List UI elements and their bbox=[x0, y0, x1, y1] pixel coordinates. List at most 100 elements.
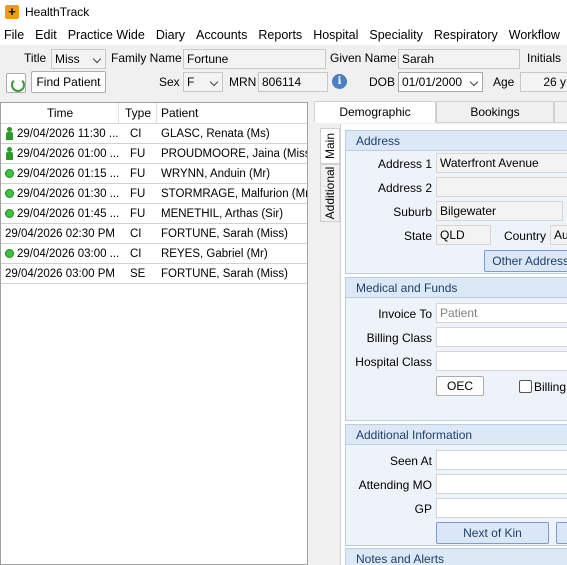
menu-diary[interactable]: Diary bbox=[152, 28, 189, 42]
appointment-time-cell: 29/04/2026 01:45 ... bbox=[1, 208, 119, 220]
menu-bar: File Edit Practice Wide Diary Accounts R… bbox=[0, 24, 567, 45]
column-time[interactable]: Time bbox=[1, 103, 119, 123]
appointment-type: SE bbox=[130, 267, 146, 280]
additional-info-section: Additional Information Seen At Attending… bbox=[345, 424, 567, 546]
state-field[interactable]: QLD bbox=[436, 225, 491, 245]
billing-checkbox[interactable] bbox=[519, 380, 532, 393]
tab-demographic[interactable]: Demographic bbox=[314, 101, 436, 123]
side-tabs: Main Additional bbox=[320, 124, 340, 565]
title-select[interactable]: Miss bbox=[51, 49, 106, 69]
invoice-to-field[interactable]: Patient bbox=[436, 303, 567, 323]
menu-hospital[interactable]: Hospital bbox=[309, 28, 362, 42]
appointment-patient: STORMRAGE, Malfurion (Mr) bbox=[161, 187, 307, 200]
appointment-type: FU bbox=[130, 207, 146, 220]
status-dot-icon bbox=[5, 169, 14, 178]
menu-accounts[interactable]: Accounts bbox=[192, 28, 251, 42]
detail-tabs: Demographic Bookings bbox=[314, 101, 567, 123]
oec-button[interactable]: OEC bbox=[436, 376, 484, 396]
appointment-row[interactable]: 29/04/2026 11:30 ... CI GLASC, Renata (Ms) bbox=[1, 124, 307, 144]
appointment-time: 29/04/2026 03:00 PM bbox=[5, 267, 115, 280]
hospital-class-field[interactable] bbox=[436, 351, 567, 371]
menu-file[interactable]: File bbox=[0, 28, 28, 42]
find-patient-button[interactable]: Find Patient bbox=[31, 71, 106, 93]
country-label: Country bbox=[503, 229, 546, 243]
menu-practice-wide[interactable]: Practice Wide bbox=[64, 28, 149, 42]
demographic-content: Address Address 1 Waterfront Avenue Addr… bbox=[340, 124, 567, 565]
sex-select[interactable]: F bbox=[183, 72, 223, 92]
invoice-to-label: Invoice To bbox=[378, 307, 432, 321]
state-label: State bbox=[403, 229, 432, 243]
appointment-patient: FORTUNE, Sarah (Miss) bbox=[161, 227, 288, 240]
tab-overflow[interactable] bbox=[554, 101, 567, 123]
side-tab-additional-label: Additional bbox=[323, 166, 337, 220]
appointment-row[interactable]: 29/04/2026 02:30 PM CI FORTUNE, Sarah (Mis… bbox=[1, 224, 307, 244]
appointment-patient: MENETHIL, Arthas (Sir) bbox=[161, 207, 284, 220]
title-bar: HealthTrack bbox=[0, 0, 567, 24]
status-dot-icon bbox=[5, 249, 14, 258]
other-addresses-button[interactable]: Other Addresses bbox=[484, 250, 567, 272]
appointment-patient: FORTUNE, Sarah (Miss) bbox=[161, 267, 288, 280]
tab-bookings[interactable]: Bookings bbox=[436, 101, 554, 123]
appointment-time-cell: 29/04/2026 11:30 ... bbox=[1, 127, 119, 140]
notes-alerts-section: Notes and Alerts bbox=[345, 548, 567, 565]
family-name-field[interactable]: Fortune bbox=[183, 49, 326, 69]
mrn-field[interactable]: 806114 bbox=[258, 72, 328, 92]
appointment-time-cell: 29/04/2026 01:30 ... bbox=[1, 188, 119, 200]
appointment-row[interactable]: 29/04/2026 01:15 ... FU WRYNN, Anduin (Mr) bbox=[1, 164, 307, 184]
address2-label: Address 2 bbox=[377, 181, 432, 195]
status-dot-icon bbox=[5, 209, 14, 218]
appointment-time-cell: 29/04/2026 01:00 ... bbox=[1, 147, 119, 160]
extra-button[interactable] bbox=[556, 522, 567, 544]
appointment-type: FU bbox=[130, 167, 146, 180]
menu-edit[interactable]: Edit bbox=[31, 28, 61, 42]
appointment-time-cell: 29/04/2026 03:00 PM bbox=[1, 268, 119, 280]
given-name-label: Given Name bbox=[330, 51, 397, 65]
title-label: Title bbox=[24, 51, 47, 65]
family-name-label: Family Name bbox=[111, 51, 182, 65]
suburb-label: Suburb bbox=[393, 205, 432, 219]
appointment-row[interactable]: 29/04/2026 03:00 PM SE FORTUNE, Sarah (Mis… bbox=[1, 264, 307, 284]
mrn-label: MRN bbox=[229, 75, 257, 89]
billing-class-label: Billing Class bbox=[366, 331, 432, 345]
appointment-row[interactable]: 29/04/2026 03:00 ... CI REYES, Gabriel (Mr… bbox=[1, 244, 307, 264]
dob-date-picker[interactable]: 01/01/2000 bbox=[398, 72, 483, 92]
appointment-type: FU bbox=[130, 147, 146, 160]
appointment-patient: GLASC, Renata (Ms) bbox=[161, 127, 270, 140]
billing-class-field[interactable] bbox=[436, 327, 567, 347]
age-field: 26 y bbox=[520, 72, 567, 92]
appointment-time-cell: 29/04/2026 01:15 ... bbox=[1, 168, 119, 180]
given-name-field[interactable]: Sarah bbox=[398, 49, 520, 69]
appointment-row[interactable]: 29/04/2026 01:30 ... FU STORMRAGE, Malfuri… bbox=[1, 184, 307, 204]
country-field[interactable]: Aus bbox=[550, 225, 567, 245]
appointment-time: 29/04/2026 01:00 ... bbox=[17, 147, 119, 160]
column-type[interactable]: Type bbox=[119, 103, 157, 123]
seen-at-field[interactable] bbox=[436, 450, 567, 470]
menu-workflow[interactable]: Workflow bbox=[505, 28, 564, 42]
side-tab-main[interactable]: Main bbox=[320, 128, 340, 164]
appointment-row[interactable]: 29/04/2026 01:00 ... FU PROUDMOORE, Jaina … bbox=[1, 144, 307, 164]
gp-field[interactable] bbox=[436, 498, 567, 518]
address2-field[interactable] bbox=[436, 177, 567, 197]
appointment-row[interactable]: 29/04/2026 01:45 ... FU MENETHIL, Arthas (… bbox=[1, 204, 307, 224]
suburb-field[interactable]: Bilgewater bbox=[436, 201, 563, 221]
appointment-time-cell: 29/04/2026 03:00 ... bbox=[1, 248, 119, 260]
column-patient[interactable]: Patient bbox=[157, 103, 307, 123]
next-of-kin-button[interactable]: Next of Kin bbox=[436, 522, 549, 544]
info-icon[interactable]: i bbox=[332, 74, 347, 89]
address1-field[interactable]: Waterfront Avenue bbox=[436, 153, 567, 173]
appointment-time: 29/04/2026 03:00 ... bbox=[17, 247, 119, 260]
appointment-time: 29/04/2026 01:30 ... bbox=[17, 187, 119, 200]
medical-funds-heading: Medical and Funds bbox=[346, 278, 567, 298]
menu-reports[interactable]: Reports bbox=[254, 28, 306, 42]
menu-respiratory[interactable]: Respiratory bbox=[430, 28, 502, 42]
appointment-list: Time Type Patient 29/04/2026 11:30 ... CI… bbox=[0, 102, 308, 565]
appointment-time-cell: 29/04/2026 02:30 PM bbox=[1, 228, 119, 240]
initials-label: Initials bbox=[527, 51, 562, 65]
status-dot-icon bbox=[5, 189, 14, 198]
side-tab-additional[interactable]: Additional bbox=[320, 164, 340, 222]
attending-mo-field[interactable] bbox=[436, 474, 567, 494]
menu-speciality[interactable]: Speciality bbox=[365, 28, 427, 42]
patient-header: Title Miss Family Name Fortune Given Nam… bbox=[0, 45, 567, 97]
appointment-patient: REYES, Gabriel (Mr) bbox=[161, 247, 268, 260]
refresh-icon[interactable] bbox=[6, 73, 26, 93]
